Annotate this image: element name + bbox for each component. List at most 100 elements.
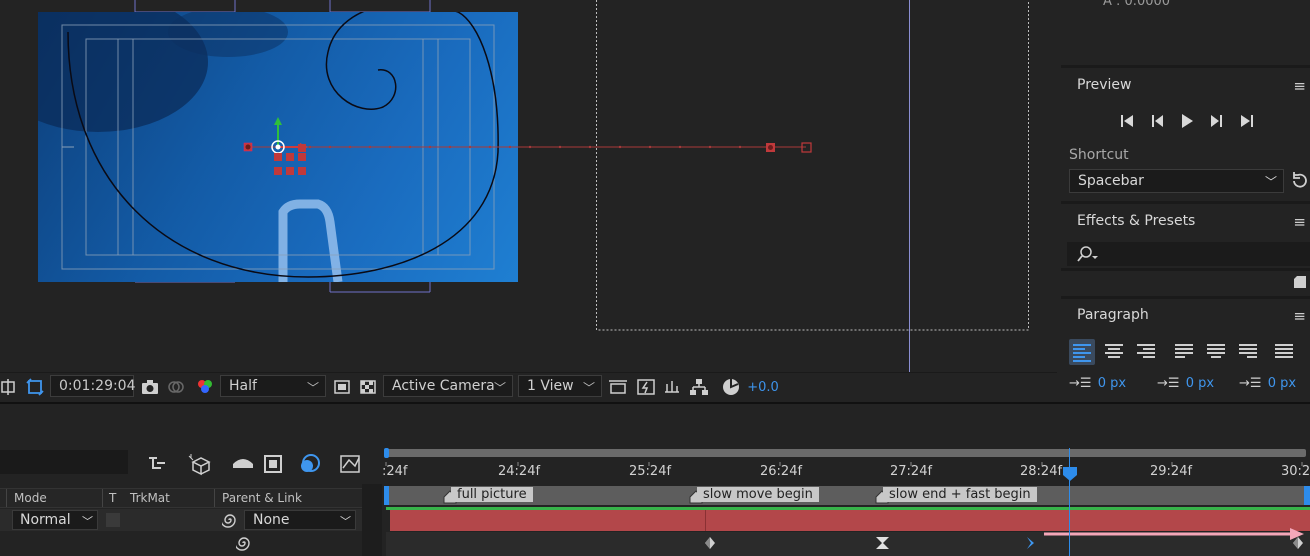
comp-marker[interactable]: slow move begin [697, 487, 819, 502]
chevron-down-icon: ﹀ [582, 381, 595, 395]
panel-divider [1061, 65, 1310, 68]
toggle-pixel-aspect-icon[interactable] [608, 377, 628, 397]
column-headers: Mode T TrkMat Parent & Link [0, 488, 362, 508]
mode-column-header[interactable]: Mode [14, 491, 47, 505]
effects-panel-title: Effects & Presets [1077, 213, 1196, 229]
timeline-icon[interactable] [662, 377, 682, 397]
timecode-field[interactable]: 0:01:29:04 [50, 375, 136, 397]
reset-shortcut-icon[interactable] [1290, 171, 1308, 191]
view-layout-value: 1 View [527, 378, 574, 394]
work-area-marker[interactable] [1304, 486, 1310, 505]
snapshot-camera-icon[interactable] [140, 377, 160, 397]
comp-flowchart-icon[interactable] [149, 457, 165, 469]
selected-keyframe-icon[interactable] [1027, 537, 1034, 549]
work-area-bar[interactable] [382, 448, 1310, 458]
indent-left-icon: →☰ [1069, 376, 1092, 391]
checkerboard-icon[interactable] [358, 377, 378, 397]
playhead-handle[interactable] [1062, 466, 1078, 482]
t-column-header[interactable]: T [109, 491, 116, 505]
panel-menu-icon[interactable]: ≡ [1293, 213, 1306, 231]
ruler-label: 26:24f [760, 464, 803, 479]
play-icon[interactable] [1182, 114, 1193, 128]
layer-mode-value: Normal [20, 512, 71, 528]
alignment-buttons [1069, 339, 1293, 365]
ruler-label: 30:2 [1281, 464, 1310, 479]
keyframes [705, 528, 1304, 549]
timeline-search-input[interactable] [0, 450, 128, 474]
keyframe-icon[interactable] [1293, 537, 1303, 549]
frame-blending-icon[interactable] [264, 455, 282, 473]
reset-exposure-icon[interactable] [720, 377, 742, 397]
chevron-down-icon: ﹀ [1264, 175, 1277, 189]
shortcut-value: Spacebar [1078, 173, 1144, 189]
info-value: A : 0.0000 [1103, 0, 1171, 9]
transparency-grid-icon[interactable] [24, 377, 46, 397]
layer-mode-dropdown[interactable]: Normal ﹀ [12, 510, 98, 530]
panel-divider [1061, 296, 1310, 299]
panel-menu-icon[interactable]: ≡ [1293, 77, 1306, 95]
last-frame-icon[interactable] [1241, 115, 1253, 127]
exposure-value[interactable]: +0.0 [746, 377, 780, 397]
preview-controls [1121, 114, 1253, 128]
indent-first-icon: →☰ [1239, 376, 1262, 391]
new-page-icon[interactable] [1293, 275, 1307, 289]
camera-value: Active Camera [392, 378, 495, 394]
flowchart-icon[interactable] [689, 377, 709, 397]
work-area-start-handle[interactable] [384, 448, 389, 458]
indent-first-value[interactable]: 0 px [1268, 376, 1296, 391]
viewer-toolbar: 0:01:29:04 Half ﹀ Active Camera ﹀ 1 View… [0, 372, 1057, 401]
view-layout-dropdown[interactable]: 1 View ﹀ [518, 375, 602, 397]
right-panel: A : 0.0000 Preview ≡ Shortcut Spacebar ﹀… [1061, 0, 1310, 400]
preview-panel-title: Preview [1077, 77, 1132, 93]
preserve-transparency-checkbox[interactable] [106, 513, 120, 527]
fast-preview-bolt-icon[interactable] [636, 377, 656, 397]
effects-search-input[interactable] [1067, 242, 1310, 266]
parent-column-header[interactable]: Parent & Link [222, 491, 302, 505]
playhead-line [1069, 448, 1070, 556]
parent-value: None [253, 512, 290, 528]
shy-layers-icon[interactable] [233, 459, 253, 468]
graph-editor-icon[interactable] [340, 455, 360, 473]
composition-viewer[interactable] [0, 0, 1057, 372]
timeline-panel: Mode T TrkMat Parent & Link Normal ﹀ Non… [0, 402, 1310, 556]
space-before-icon: →☰ [1157, 376, 1180, 391]
work-area-marker[interactable] [384, 486, 389, 505]
space-before-value[interactable]: 0 px [1186, 376, 1214, 391]
panel-menu-icon[interactable]: ≡ [1293, 307, 1306, 325]
ruler-label: :24f [382, 464, 408, 479]
indent-first-control[interactable]: →☰ 0 px [1239, 376, 1309, 396]
indent-left-control[interactable]: →☰ 0 px [1069, 376, 1149, 396]
paragraph-panel-title: Paragraph [1077, 307, 1149, 323]
pick-whip-icon[interactable] [220, 512, 238, 528]
next-frame-icon[interactable] [1211, 115, 1222, 127]
comp-marker[interactable]: slow end + fast begin [883, 487, 1037, 502]
color-channels-icon[interactable] [194, 377, 216, 397]
show-snapshot-icon[interactable] [166, 377, 186, 397]
camera-dropdown[interactable]: Active Camera ﹀ [383, 375, 513, 397]
pick-whip-icon[interactable] [234, 535, 252, 551]
indent-left-value[interactable]: 0 px [1098, 376, 1126, 391]
shortcut-label: Shortcut [1069, 147, 1129, 163]
ruler-label: 25:24f [629, 464, 672, 479]
previous-frame-icon[interactable] [1152, 115, 1163, 127]
chevron-down-icon: ﹀ [493, 381, 506, 395]
motion-path[interactable] [0, 0, 1057, 372]
chevron-down-icon: ﹀ [82, 515, 93, 528]
draft-3d-icon[interactable] [188, 454, 211, 476]
parent-dropdown[interactable]: None ﹀ [244, 510, 356, 530]
trkmat-column-header[interactable]: TrkMat [130, 491, 170, 505]
keyframe-icon[interactable] [705, 537, 715, 549]
layer-row[interactable]: Normal ﹀ None ﹀ [0, 509, 362, 531]
ruler-label: 29:24f [1150, 464, 1193, 479]
space-before-control[interactable]: →☰ 0 px [1157, 376, 1237, 396]
hold-keyframe-icon[interactable] [876, 537, 889, 549]
fast-previews-icon[interactable] [332, 377, 352, 397]
ruler-label: 27:24f [890, 464, 933, 479]
region-of-interest-icon[interactable] [0, 377, 18, 397]
panel-divider [1061, 268, 1310, 271]
motion-blur-icon[interactable] [301, 454, 320, 472]
comp-marker[interactable]: full picture [451, 487, 533, 502]
resolution-dropdown[interactable]: Half ﹀ [220, 375, 326, 397]
first-frame-icon[interactable] [1121, 115, 1133, 127]
shortcut-dropdown[interactable]: Spacebar ﹀ [1069, 169, 1284, 193]
